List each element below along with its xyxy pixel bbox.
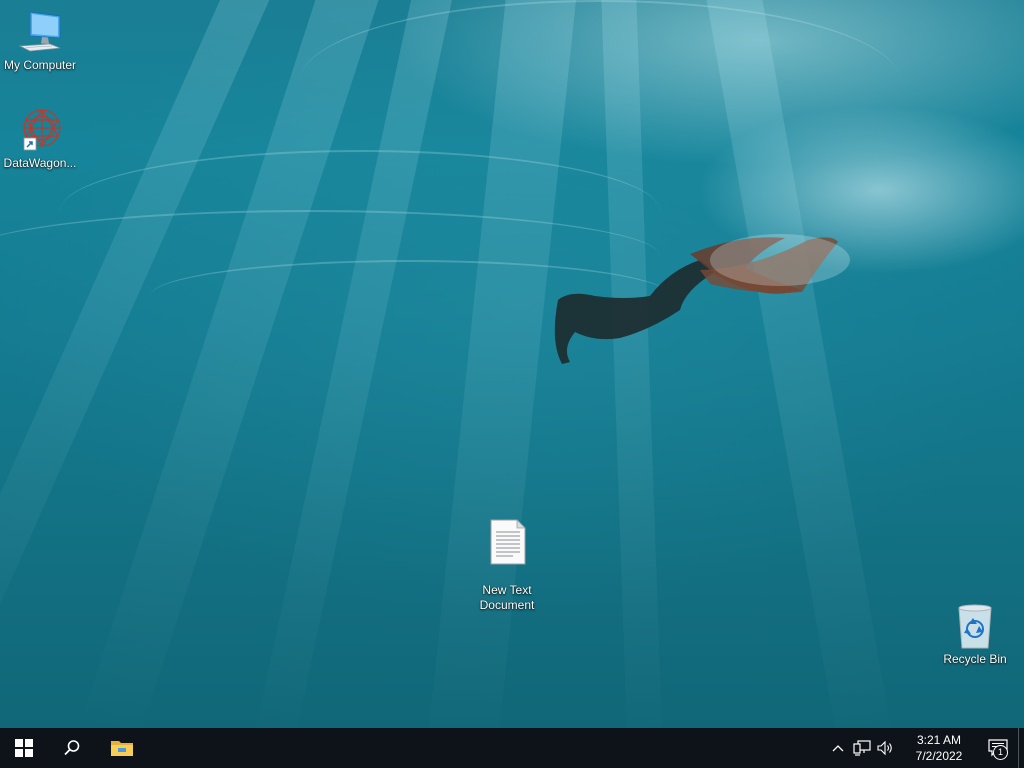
datawagon-shortcut-icon <box>23 108 61 151</box>
action-center-button[interactable]: 1 <box>978 728 1018 768</box>
windows-logo-icon <box>15 739 33 757</box>
desktop-icon-label: Recycle Bin <box>943 652 1007 666</box>
show-desktop-button[interactable] <box>1018 728 1024 768</box>
clock-time: 3:21 AM <box>916 733 962 747</box>
monitor-icon <box>18 11 61 52</box>
network-button[interactable] <box>850 728 874 768</box>
show-hidden-icons-button[interactable] <box>826 728 850 768</box>
water-ripple <box>300 0 900 162</box>
system-tray: 3:21 AM 7/2/2022 1 <box>826 728 1024 768</box>
diver-image <box>554 234 850 364</box>
clock-date: 7/2/2022 <box>915 749 963 763</box>
folder-icon <box>111 741 133 756</box>
desktop-icon-new-text-document[interactable]: New Text Document <box>467 503 547 628</box>
notification-count-badge: 1 <box>993 745 1008 760</box>
taskbar: 3:21 AM 7/2/2022 1 <box>0 728 1024 768</box>
text-document-icon <box>490 519 526 565</box>
desktop-icon-label: My Computer <box>3 58 77 72</box>
desktop-icon-label: DataWagon... <box>3 156 77 170</box>
clock-button[interactable]: 3:21 AM 7/2/2022 <box>904 732 974 764</box>
chevron-up-icon <box>832 745 844 752</box>
start-button[interactable] <box>0 728 48 768</box>
taskbar-file-explorer[interactable] <box>98 728 146 768</box>
desktop-icon-recycle-bin[interactable]: Recycle Bin <box>935 602 1015 667</box>
search-icon <box>64 740 80 756</box>
desktop-icon-my-computer[interactable]: My Computer <box>0 8 80 73</box>
recycle-bin-icon <box>958 604 992 649</box>
desktop-icon-datawagon[interactable]: DataWagon... <box>0 106 80 171</box>
network-icon <box>853 740 871 756</box>
desktop[interactable]: My Computer DataWagon... New Text Docume… <box>0 0 1024 728</box>
search-button[interactable] <box>48 728 96 768</box>
speaker-icon <box>877 740 892 756</box>
volume-button[interactable] <box>874 728 898 768</box>
desktop-icon-label: New Text Document <box>479 583 535 612</box>
